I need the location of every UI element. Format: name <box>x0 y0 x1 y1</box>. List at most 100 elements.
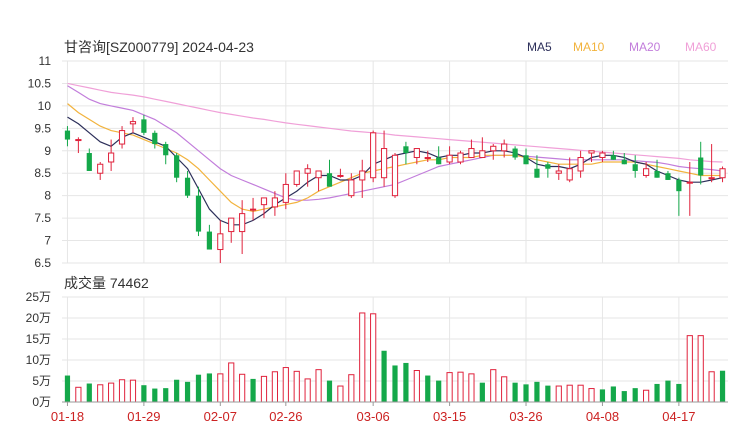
volume-bar <box>708 371 715 403</box>
candle-body <box>686 181 693 184</box>
price-tick-label: 9 <box>44 144 51 158</box>
candle-body <box>391 154 399 197</box>
legend-ma20: MA20 <box>629 40 661 54</box>
volume-bar <box>195 374 202 402</box>
candle-body <box>610 155 616 160</box>
volume-bar <box>282 367 289 403</box>
price-tick-label: 10.5 <box>28 76 52 90</box>
candle-body <box>566 168 573 181</box>
volume-bar <box>206 373 212 402</box>
volume-bar <box>436 380 442 402</box>
candle-body <box>228 217 235 233</box>
date-tick-label: 04-17 <box>662 409 695 424</box>
candle-body <box>665 173 671 180</box>
candle-body <box>380 148 388 179</box>
candle-body <box>141 119 147 133</box>
volume-bar <box>566 384 573 403</box>
candle-body <box>577 157 584 172</box>
candle-body <box>260 197 268 206</box>
date-tick-label: 02-26 <box>269 409 302 424</box>
candle-body <box>534 168 540 178</box>
candle-body <box>555 170 562 174</box>
volume-bar <box>293 370 300 403</box>
candle-body <box>588 150 595 154</box>
price-tick-label: 11 <box>39 54 52 68</box>
candle-body <box>282 183 289 203</box>
legend-ma5: MA5 <box>527 40 552 54</box>
volume-bar <box>250 378 256 402</box>
candle-body <box>359 170 366 181</box>
price-tick-label: 7 <box>44 234 51 248</box>
volume-bar <box>468 373 475 403</box>
candle-body <box>293 170 300 185</box>
volume-bar <box>141 385 147 402</box>
stock-chart: 甘咨询[SZ000779] 2024-04-23 MA5 MA10 MA20 MA60… <box>0 0 740 440</box>
candle-body <box>719 168 726 179</box>
volume-bar <box>326 380 333 402</box>
candle-body <box>523 155 529 165</box>
volume-bar <box>413 370 420 403</box>
volume-bar <box>97 384 104 403</box>
candle-body <box>490 145 497 152</box>
volume-bar <box>315 369 322 403</box>
volume-bar <box>665 380 671 402</box>
candle-body <box>424 157 431 160</box>
volume-bar <box>271 371 279 403</box>
volume-tick-label: 25万 <box>26 290 51 304</box>
candle-body <box>403 146 409 154</box>
price-y-axis: 6.5 7 7.5 8 8.5 9 9.5 10 10.5 11 <box>28 54 52 270</box>
candle-body <box>436 157 442 165</box>
candle-body <box>118 130 126 145</box>
volume-tick-label: 10万 <box>26 353 51 367</box>
candle-body <box>512 148 518 158</box>
candle-body <box>676 179 682 192</box>
candle-body <box>632 164 638 171</box>
volume-bar <box>610 386 616 402</box>
candle-body <box>457 152 464 163</box>
volume-bar <box>523 384 529 402</box>
volume-bar <box>217 373 224 403</box>
candle-body <box>479 150 486 159</box>
candle-body <box>195 195 202 232</box>
candle-body <box>337 174 344 177</box>
volume-bar <box>174 379 180 402</box>
volume-bar <box>490 369 497 403</box>
volume-bar <box>239 373 246 403</box>
volume-bar <box>392 365 398 402</box>
price-tick-label: 6.5 <box>34 256 51 270</box>
volume-bar <box>534 381 540 402</box>
candle-body <box>326 173 333 187</box>
candle-body <box>152 132 158 145</box>
price-tick-label: 8 <box>44 189 51 203</box>
candle-body <box>75 139 82 142</box>
candle-body <box>64 130 71 140</box>
volume-bar <box>403 362 409 402</box>
volume-tick-label: 20万 <box>26 311 51 325</box>
volume-bar <box>479 382 485 402</box>
legend-ma60: MA60 <box>685 40 717 54</box>
volume-bar <box>64 375 71 402</box>
volume-tick-label: 0万 <box>32 395 51 409</box>
ma-legend: MA5 MA10 MA20 MA60 <box>527 40 717 54</box>
volume-bar <box>599 389 606 402</box>
candle-body <box>239 213 246 233</box>
volume-bar <box>163 388 169 402</box>
volume-bar <box>643 389 650 403</box>
volume-bar <box>108 382 115 403</box>
volume-bar <box>359 312 366 403</box>
legend-ma10: MA10 <box>573 40 605 54</box>
volume-bar <box>654 383 660 402</box>
price-tick-label: 8.5 <box>34 166 51 180</box>
volume-bar <box>512 382 518 402</box>
volume-bar <box>337 385 344 403</box>
candle-body <box>129 121 137 125</box>
price-tick-label: 7.5 <box>34 211 51 225</box>
candle-body <box>545 164 551 169</box>
volume-bar <box>118 379 126 403</box>
candle-body <box>97 163 104 174</box>
chart-title: 甘咨询[SZ000779] 2024-04-23 <box>64 39 254 55</box>
volume-y-axis: 0万 5万 10万 15万 20万 25万 <box>26 290 51 409</box>
candle-body <box>174 155 180 178</box>
candle-body <box>108 152 115 163</box>
volume-bar <box>577 384 584 403</box>
